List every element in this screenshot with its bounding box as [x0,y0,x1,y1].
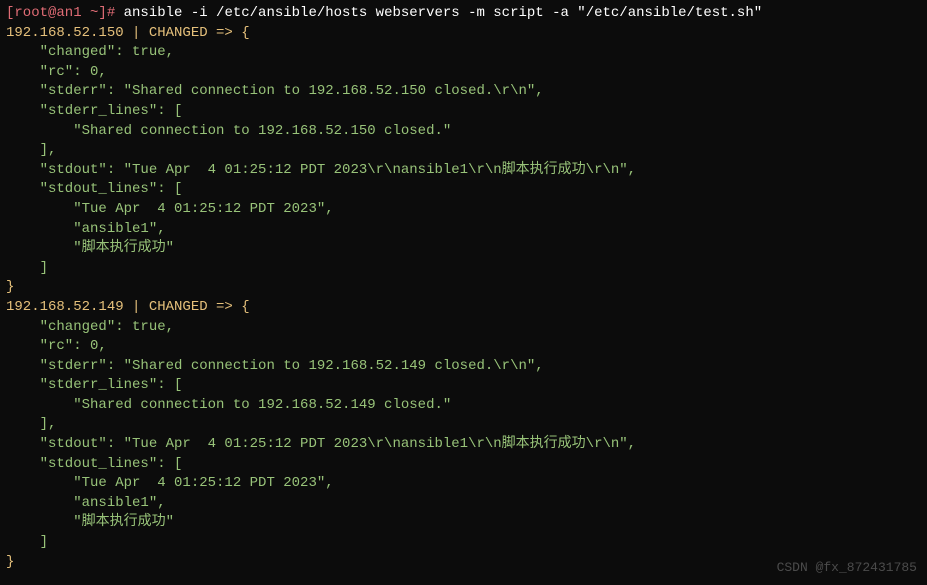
host-header: 192.168.52.149 | CHANGED => { [6,298,921,318]
json-stderr-lines-item: "Shared connection to 192.168.52.150 clo… [6,122,921,142]
watermark-text: CSDN @fx_872431785 [777,559,917,577]
json-rc: "rc": 0, [6,63,921,83]
json-changed: "changed": true, [6,43,921,63]
json-rc: "rc": 0, [6,337,921,357]
json-close: } [6,278,921,298]
json-stdout: "stdout": "Tue Apr 4 01:25:12 PDT 2023\r… [6,435,921,455]
json-stdout-lines-item1: "Tue Apr 4 01:25:12 PDT 2023", [6,200,921,220]
json-stdout-lines-close: ] [6,533,921,553]
json-stdout: "stdout": "Tue Apr 4 01:25:12 PDT 2023\r… [6,161,921,181]
json-stderr-lines-open: "stderr_lines": [ [6,102,921,122]
json-changed: "changed": true, [6,318,921,338]
json-stdout-lines-open: "stdout_lines": [ [6,455,921,475]
json-stderr-lines-close: ], [6,141,921,161]
json-stdout-lines-close: ] [6,259,921,279]
json-stderr-lines-close: ], [6,415,921,435]
json-stderr-lines-open: "stderr_lines": [ [6,376,921,396]
json-stderr-lines-item: "Shared connection to 192.168.52.149 clo… [6,396,921,416]
prompt-user-host: [root@an1 ~]# [6,5,124,21]
json-stdout-lines-open: "stdout_lines": [ [6,180,921,200]
json-stdout-lines-item1: "Tue Apr 4 01:25:12 PDT 2023", [6,474,921,494]
json-stdout-lines-item2: "ansible1", [6,220,921,240]
json-stdout-lines-item3: "脚本执行成功" [6,239,921,259]
command-text: ansible -i /etc/ansible/hosts webservers… [124,5,763,21]
command-prompt-line: [root@an1 ~]# ansible -i /etc/ansible/ho… [6,4,921,24]
host-result-block-2: 192.168.52.149 | CHANGED => { "changed":… [6,298,921,572]
host-header: 192.168.52.150 | CHANGED => { [6,24,921,44]
host-result-block-1: 192.168.52.150 | CHANGED => { "changed":… [6,24,921,298]
json-stdout-lines-item3: "脚本执行成功" [6,513,921,533]
json-stderr: "stderr": "Shared connection to 192.168.… [6,82,921,102]
json-stderr: "stderr": "Shared connection to 192.168.… [6,357,921,377]
json-stdout-lines-item2: "ansible1", [6,494,921,514]
terminal-output[interactable]: [root@an1 ~]# ansible -i /etc/ansible/ho… [6,4,921,572]
